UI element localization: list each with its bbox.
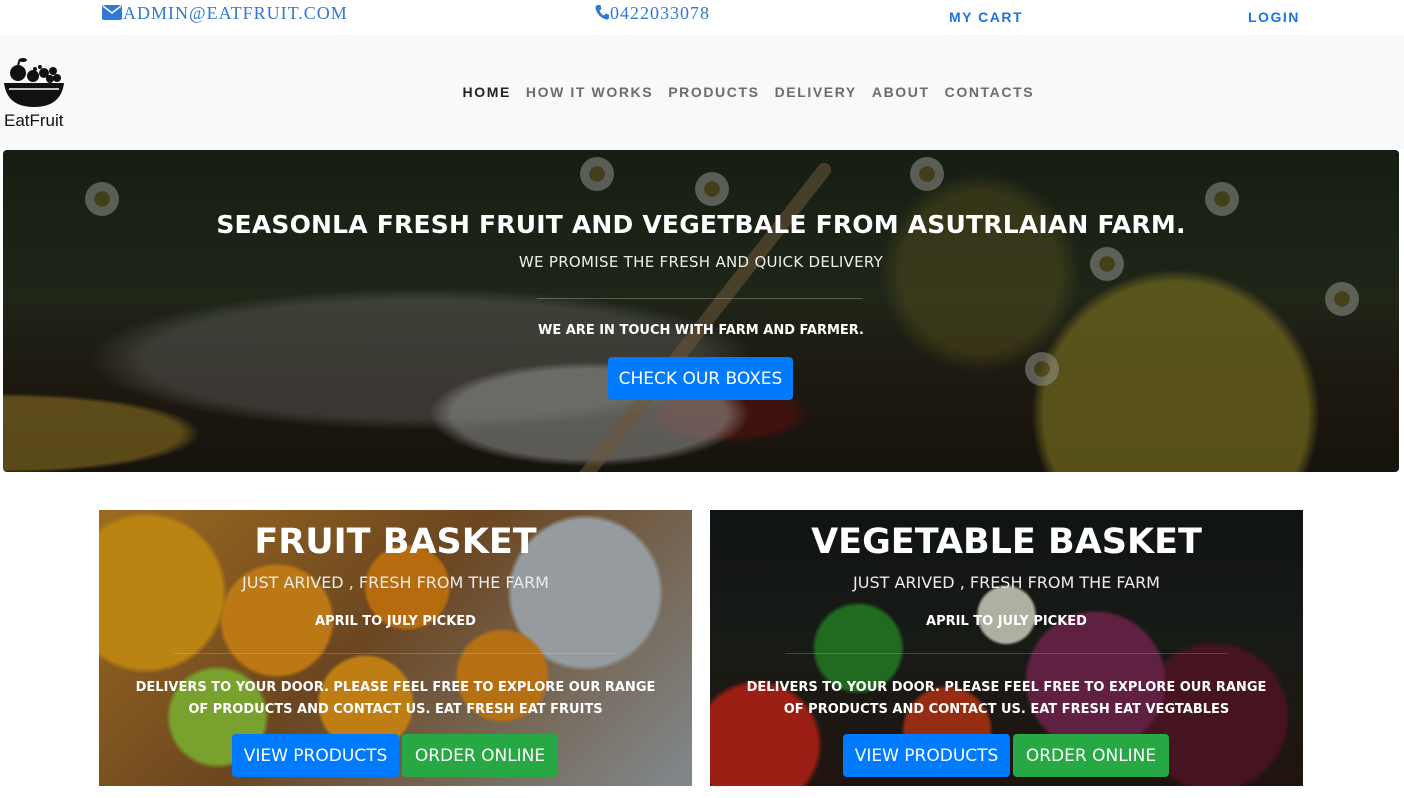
card-divider: [174, 653, 617, 654]
phone-text: 0422033078: [610, 3, 710, 23]
phone-icon: [595, 4, 609, 25]
card-subtitle: JUST ARIVED , FRESH FROM THE FARM: [853, 573, 1160, 592]
main-navbar: EatFruit HOME HOW IT WORKS PRODUCTS DELI…: [0, 35, 1404, 150]
fruit-basket-card: FRUIT BASKET JUST ARIVED , FRESH FROM TH…: [99, 510, 692, 786]
check-our-boxes-button[interactable]: CHECK OUR BOXES: [608, 357, 793, 400]
fruit-basket-icon: [4, 58, 64, 107]
order-online-button[interactable]: ORDER ONLINE: [1013, 734, 1169, 777]
brand-name: EatFruit: [4, 111, 64, 130]
nav-item-products[interactable]: PRODUCTS: [661, 84, 767, 100]
email-text: ADMIN@EATFRUIT.COM: [123, 3, 348, 23]
hero-banner: SEASONLA FRESH FRUIT AND VEGETBALE FROM …: [3, 150, 1399, 472]
card-description: DELIVERS TO YOUR DOOR. PLEASE FEEL FREE …: [746, 680, 1267, 717]
nav-item-how-it-works[interactable]: HOW IT WORKS: [518, 84, 660, 100]
nav-item-home[interactable]: HOME: [455, 84, 518, 100]
view-products-button[interactable]: VIEW PRODUCTS: [843, 734, 1010, 777]
envelope-icon: [102, 4, 122, 25]
nav-item-delivery[interactable]: DELIVERY: [767, 84, 864, 100]
phone-link[interactable]: 0422033078: [595, 3, 710, 25]
order-online-button[interactable]: ORDER ONLINE: [402, 734, 558, 777]
hero-subtitle: WE PROMISE THE FRESH AND QUICK DELIVERY: [518, 253, 884, 271]
card-subtitle: JUST ARIVED , FRESH FROM THE FARM: [242, 573, 549, 592]
card-divider: [785, 653, 1228, 654]
my-cart-link[interactable]: MY CART: [949, 9, 1023, 25]
card-title: FRUIT BASKET: [254, 522, 537, 562]
hero-overlay: [3, 150, 1399, 472]
hero-note: WE ARE IN TOUCH WITH FARM AND FARMER.: [538, 323, 864, 338]
email-link[interactable]: ADMIN@EATFRUIT.COM: [102, 3, 348, 25]
hero-divider: [537, 298, 863, 299]
brand-logo-link[interactable]: EatFruit: [3, 57, 69, 133]
login-link[interactable]: LOGIN: [1248, 9, 1300, 25]
top-contact-bar: ADMIN@EATFRUIT.COM 0422033078 MY CART LO…: [0, 0, 1404, 35]
hero-title: SEASONLA FRESH FRUIT AND VEGETBALE FROM …: [216, 210, 1186, 239]
view-products-button[interactable]: VIEW PRODUCTS: [232, 734, 399, 777]
card-picked-season: APRIL TO JULY PICKED: [315, 614, 476, 629]
nav-item-contacts[interactable]: CONTACTS: [937, 84, 1042, 100]
nav-item-about[interactable]: ABOUT: [864, 84, 937, 100]
card-title: VEGETABLE BASKET: [811, 522, 1202, 562]
card-description: DELIVERS TO YOUR DOOR. PLEASE FEEL FREE …: [135, 680, 656, 717]
vegetable-basket-card: VEGETABLE BASKET JUST ARIVED , FRESH FRO…: [710, 510, 1303, 786]
primary-nav: HOME HOW IT WORKS PRODUCTS DELIVERY ABOU…: [455, 84, 1042, 100]
card-picked-season: APRIL TO JULY PICKED: [926, 614, 1087, 629]
